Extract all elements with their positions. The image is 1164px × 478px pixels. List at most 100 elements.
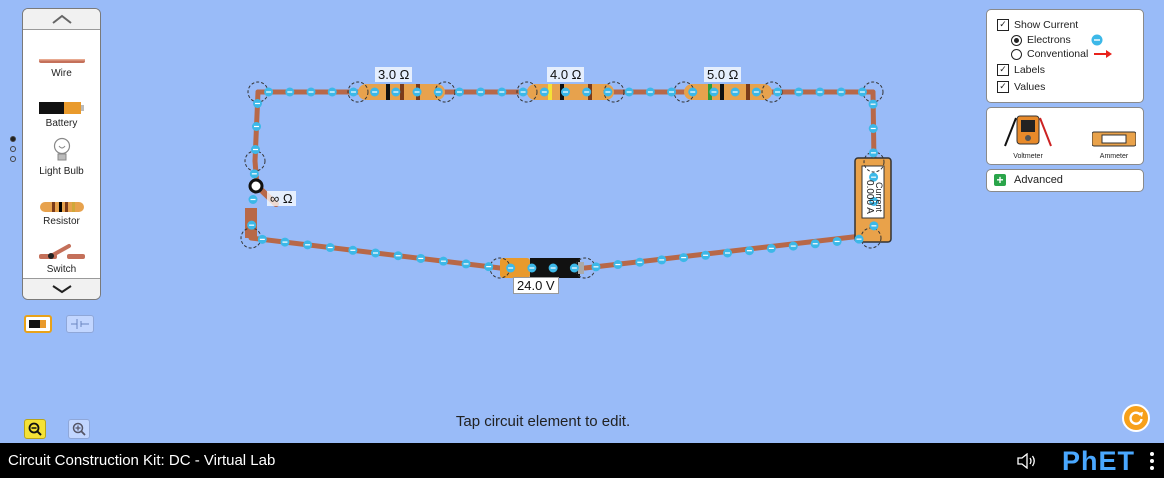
phet-logo[interactable]: PhET	[1062, 446, 1135, 477]
switch-resistance-label: ∞ Ω	[267, 191, 296, 206]
electron-minus-sign	[541, 91, 547, 93]
phet-menu-icon[interactable]	[1150, 452, 1154, 470]
electron-minus-sign	[282, 241, 288, 243]
electron-minus-sign	[790, 245, 796, 247]
conventional-radio[interactable]: Conventional	[997, 47, 1113, 61]
sound-icon[interactable]	[1017, 453, 1037, 469]
electron-minus-sign	[812, 243, 818, 245]
electron-minus-sign	[838, 91, 844, 93]
electron-minus-sign	[711, 91, 717, 93]
resistor-value-label: 4.0 Ω	[547, 67, 585, 82]
voltmeter-tool[interactable]: Voltmeter	[1001, 112, 1055, 162]
electron-minus-sign	[520, 91, 526, 93]
electron-minus-sign	[486, 266, 492, 268]
electron-minus-sign	[456, 91, 462, 93]
radio-unselected-icon	[1011, 48, 1022, 60]
electron-minus-sign	[856, 238, 862, 240]
electron-minus-sign	[870, 152, 876, 154]
radio-selected-icon	[1011, 34, 1022, 46]
electron-minus-sign	[659, 259, 665, 261]
electron-minus-sign	[690, 91, 696, 93]
electron-minus-sign	[414, 91, 420, 93]
electron-minus-sign	[372, 91, 378, 93]
electrons-radio[interactable]: Electrons	[997, 33, 1112, 47]
advanced-accordion[interactable]: + Advanced	[986, 169, 1144, 192]
ammeter-title: Current	[874, 181, 884, 212]
electron-minus-sign	[440, 260, 446, 262]
electron-icon	[1091, 34, 1103, 46]
electrons-label: Electrons	[1027, 34, 1071, 46]
ammeter-display: Current 0.000 A	[863, 177, 884, 217]
electron-minus-sign	[626, 91, 632, 93]
electron-minus-sign	[393, 91, 399, 93]
electron-minus-sign	[508, 267, 514, 269]
electron-minus-sign	[250, 198, 256, 201]
expand-plus-icon[interactable]: +	[994, 174, 1006, 186]
electron-minus-sign	[418, 257, 424, 260]
electron-minus-sign	[870, 127, 876, 130]
electron-minus-sign	[435, 91, 441, 93]
electron-minus-sign	[871, 225, 877, 227]
electron-minus-sign	[499, 91, 505, 93]
electron-minus-sign	[817, 91, 823, 93]
electron-minus-sign	[571, 267, 577, 269]
ammeter-icon	[1091, 131, 1137, 147]
electron-minus-sign	[647, 91, 653, 93]
electron-minus-sign	[703, 254, 709, 256]
electron-minus-sign	[529, 267, 535, 269]
electron-minus-sign	[746, 250, 752, 252]
voltmeter-icon	[1004, 115, 1052, 147]
electron-minus-sign	[637, 261, 643, 263]
electron-minus-sign	[249, 224, 255, 226]
electron-minus-sign	[254, 125, 259, 128]
checkbox-checked-icon: ✓	[997, 80, 1009, 93]
electron-minus-sign	[395, 255, 401, 257]
labels-label: Labels	[1014, 63, 1045, 76]
show-current-checkbox[interactable]: ✓ Show Current	[997, 16, 1112, 33]
electron-minus-sign	[259, 238, 265, 240]
electron-minus-sign	[251, 173, 257, 175]
electron-minus-sign	[870, 103, 876, 105]
electron-minus-sign	[725, 252, 730, 254]
electron-minus-sign	[463, 263, 469, 265]
labels-checkbox[interactable]: ✓ Labels	[997, 61, 1112, 78]
electron-minus-sign	[255, 102, 260, 105]
values-label: Values	[1014, 80, 1046, 93]
resistor-value-label: 5.0 Ω	[704, 67, 742, 82]
play-area[interactable]: Wire Battery Light Bulb Resistor Switch	[0, 0, 1164, 443]
electron-minus-sign	[350, 91, 356, 93]
ammeter-tool[interactable]: Ammeter	[1091, 112, 1137, 162]
electron-minus-sign	[834, 240, 840, 243]
electron-minus-sign	[605, 91, 611, 93]
electron-minus-sign	[373, 252, 378, 254]
electron-minus-sign	[732, 91, 738, 93]
advanced-label: Advanced	[1014, 174, 1063, 186]
ammeter-label: Ammeter	[1099, 153, 1129, 160]
red-arrow-icon	[1094, 50, 1113, 58]
hint-text: Tap circuit element to edit.	[455, 413, 631, 430]
sensor-toolbox-panel: Voltmeter Ammeter	[986, 107, 1144, 165]
electron-minus-sign	[615, 263, 621, 266]
electron-minus-sign	[308, 91, 314, 93]
electron-minus-sign	[681, 257, 687, 259]
checkbox-checked-icon: ✓	[997, 63, 1009, 76]
electron-minus-sign	[478, 91, 484, 93]
electron-minus-sign	[584, 91, 590, 93]
electron-minus-sign	[768, 247, 774, 249]
electron-minus-sign	[796, 91, 802, 93]
electron-minus-sign	[253, 148, 258, 151]
switch-open[interactable]	[245, 178, 279, 238]
electron-minus-sign	[563, 91, 568, 93]
resistor-value-label: 3.0 Ω	[375, 67, 413, 82]
wires[interactable]	[248, 89, 877, 271]
electron-minus-sign	[350, 249, 356, 251]
navigation-bar: Circuit Construction Kit: DC - Virtual L…	[0, 443, 1164, 478]
ammeter-reading: 0.000 A	[864, 180, 875, 214]
electron-minus-sign	[287, 91, 293, 93]
reset-all-button[interactable]	[1122, 404, 1150, 432]
electron-minus-sign	[266, 91, 272, 93]
electron-minus-sign	[305, 244, 311, 246]
values-checkbox[interactable]: ✓ Values	[997, 78, 1112, 95]
display-options-panel: ✓ Show Current Electrons Conventional ✓ …	[986, 9, 1144, 103]
electron-minus-sign	[669, 91, 675, 93]
